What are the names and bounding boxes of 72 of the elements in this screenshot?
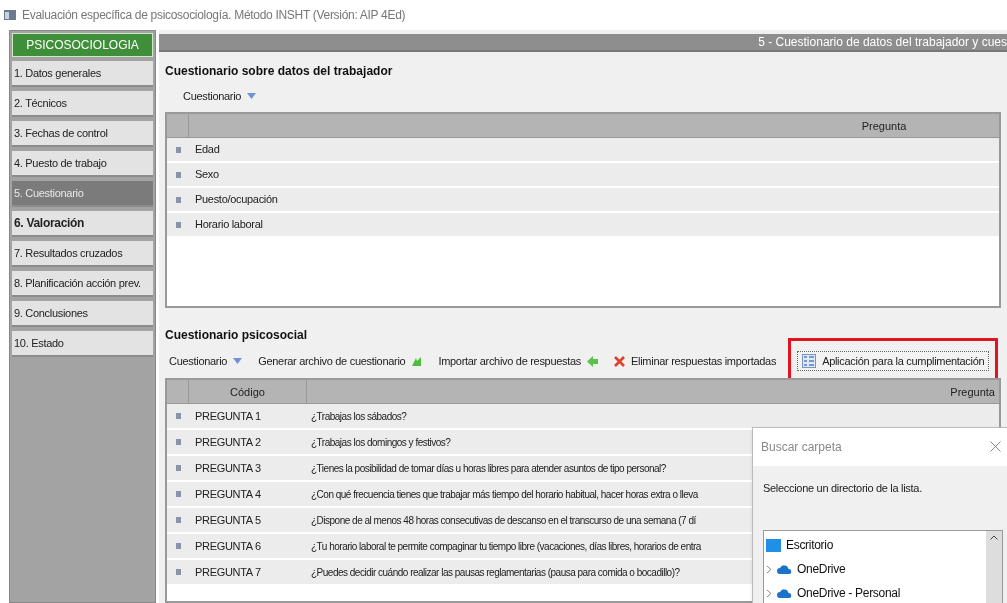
section-title: Cuestionario psicosocial [165, 327, 309, 344]
table-cell-text: PREGUNTA 7 [194, 564, 262, 580]
toolbar-button[interactable]: Aplicación para la cumplimentación [797, 351, 990, 371]
left-arrow-icon [587, 355, 599, 367]
section-header-title: 5 - Cuestionario de datos del trabajador y cues [758, 34, 1007, 51]
list-window-icon [802, 354, 817, 368]
questionnaire-dropdown[interactable]: Cuestionario [179, 86, 261, 106]
row-marker-icon [175, 196, 181, 203]
row-marker-icon [175, 439, 181, 445]
sidebar-header: PSICOSOCIOLOGIA [12, 33, 153, 57]
sidebar-item[interactable]: 2. Técnicos [12, 91, 153, 117]
dropdown-caret-icon [233, 358, 243, 364]
section-title: Cuestionario sobre datos del trabajador [165, 63, 394, 80]
scroll-up-icon[interactable] [990, 535, 998, 540]
table-cell-text: ¿Tu horario laboral te permite compaginar tu tiempo libre (vacaciones, días libres, horarios de entra [310, 539, 701, 554]
row-marker-icon [175, 517, 181, 523]
row-marker-icon [175, 221, 181, 228]
row-marker-icon [175, 171, 181, 178]
column-header: Código [189, 380, 307, 403]
row-marker-icon [175, 569, 181, 575]
toolbar-button[interactable]: Importar archivo de respuestas [434, 351, 603, 371]
toolbar-button[interactable]: Generar archivo de cuestionario [254, 351, 427, 371]
dialog-title: Buscar carpeta [761, 438, 842, 456]
dropdown-caret-icon [247, 93, 257, 99]
row-marker-icon [175, 465, 181, 471]
table-cell-text: ¿Trabajas los domingos y festivos? [310, 435, 451, 450]
toolbar-button[interactable]: Eliminar respuestas importadas [610, 351, 781, 371]
table-cell-text: PREGUNTA 5 [194, 512, 262, 528]
table-cell-text: PREGUNTA 1 [194, 408, 262, 424]
table-cell-text: PREGUNTA 2 [194, 434, 262, 450]
sidebar-item[interactable]: 3. Fechas de control [12, 121, 153, 147]
table-cell-text: ¿Tienes la posibilidad de tomar días u horas libres para atender asuntos de tipo personal? [310, 461, 666, 476]
sidebar-item[interactable]: 1. Datos generales [12, 61, 153, 87]
sidebar-item[interactable]: 4. Puesto de trabajo [12, 151, 153, 177]
row-marker-icon [175, 413, 181, 419]
cloud-icon [777, 564, 792, 574]
table-cell-text: ¿Trabajas los sábados? [310, 409, 407, 424]
column-header: Pregunta [860, 119, 908, 134]
row-marker-icon [175, 146, 181, 153]
dialog-message: Seleccione un directorio de la lista. [763, 480, 923, 496]
sidebar-item[interactable]: 7. Resultados cruzados [12, 241, 153, 267]
sidebar-item[interactable]: 5. Cuestionario [12, 181, 153, 207]
table-cell-text: Edad [194, 142, 220, 158]
folder-tree-item[interactable]: OneDrive [797, 560, 846, 578]
window-title: Evaluación específica de psicosociología. Método INSHT (Versión: AIP 4Ed) [22, 7, 406, 24]
questionnaire-dropdown[interactable]: Cuestionario [165, 351, 247, 371]
table-cell-text: ¿Con qué frecuencia tienes que trabajar más tiempo del horario habitual, hacer horas extra o lleva [310, 487, 698, 502]
row-marker-icon [175, 491, 181, 497]
sidebar-item[interactable]: 8. Planificación acción prev. [12, 271, 153, 297]
chevron-right-icon[interactable] [766, 564, 772, 574]
column-header: Pregunta [949, 385, 996, 400]
sidebar-item[interactable]: 6. Valoración [12, 211, 153, 237]
folder-tree-item[interactable]: OneDrive - Personal [797, 584, 900, 602]
table-cell-text: Sexo [194, 167, 219, 183]
table-cell-text: ¿Puedes decidir cuándo realizar las pausas reglamentarias (pausa para comida o bocadillo)? [310, 565, 680, 580]
table-cell-text: Horario laboral [194, 217, 263, 233]
chevron-right-icon[interactable] [766, 588, 772, 598]
row-marker-icon [175, 543, 181, 549]
delete-x-icon [614, 355, 626, 367]
close-icon [989, 441, 1001, 453]
cloud-icon [777, 588, 792, 598]
app-icon [4, 10, 16, 20]
sidebar-item[interactable]: 9. Conclusiones [12, 301, 153, 327]
desktop-icon [766, 538, 781, 552]
table-cell-text: PREGUNTA 6 [194, 538, 262, 554]
folder-tree-item[interactable]: Escritorio [786, 536, 833, 554]
table-cell-text: ¿Dispone de al menos 48 horas consecutivas de descanso en el transcurso de una semana (7 dí [310, 513, 696, 528]
sidebar-item[interactable]: 10. Estado [12, 331, 153, 357]
table-cell-text: Puesto/ocupación [194, 192, 278, 208]
diagonal-arrow-icon [411, 355, 423, 367]
table-cell-text: PREGUNTA 3 [194, 460, 262, 476]
table-cell-text: PREGUNTA 4 [194, 486, 262, 502]
